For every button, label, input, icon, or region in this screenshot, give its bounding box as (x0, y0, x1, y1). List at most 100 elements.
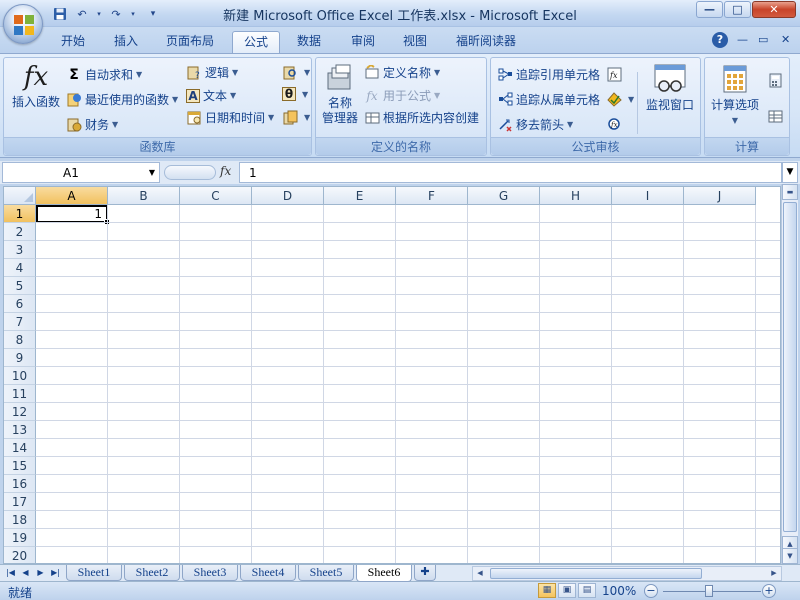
insert-sheet-icon[interactable]: ✚ (414, 565, 436, 581)
sheet-tab-sheet2[interactable]: Sheet2 (124, 565, 180, 581)
tab-page-layout[interactable]: 页面布局 (157, 31, 223, 53)
define-name-button[interactable]: 定义名称 ▼ (364, 64, 440, 81)
watch-window-button[interactable]: 监视窗口 (641, 64, 699, 113)
vertical-scrollbar[interactable]: ▬ ▲ ▼ (781, 184, 798, 564)
evaluate-formula-button[interactable]: fx (606, 116, 625, 132)
column-header-e[interactable]: E (324, 187, 396, 205)
worksheet-grid[interactable]: ABCDEFGHIJ 1 2 3 4 5 6 7 8 9 10 11 12 13 14 15 16 17 18 19… (3, 186, 781, 564)
row-header-1[interactable]: 1 (4, 205, 36, 223)
autosum-button[interactable]: Σ 自动求和 ▼ (66, 66, 142, 83)
tab-view[interactable]: 视图 (393, 31, 437, 53)
row-header-10[interactable]: 10 (4, 367, 36, 385)
row-header-18[interactable]: 18 (4, 511, 36, 529)
remove-arrows-button[interactable]: 移去箭头 ▼ (497, 116, 573, 133)
row-header-17[interactable]: 17 (4, 493, 36, 511)
row-header-19[interactable]: 19 (4, 529, 36, 547)
last-sheet-icon[interactable]: ▶| (49, 566, 62, 580)
column-header-c[interactable]: C (180, 187, 252, 205)
calculate-now-button[interactable] (767, 72, 786, 88)
row-header-4[interactable]: 4 (4, 259, 36, 277)
horizontal-scrollbar[interactable]: ◀ ▶ (472, 566, 782, 581)
math-trig-button[interactable]: θ ▼ (282, 87, 308, 101)
text-button[interactable]: A 文本 ▼ (186, 87, 236, 104)
use-in-formula-button[interactable]: fx 用于公式 ▼ (364, 87, 440, 104)
scroll-down-icon[interactable]: ▼ (782, 548, 798, 564)
zoom-out-icon[interactable]: − (644, 584, 658, 598)
datetime-button[interactable]: 日期和时间 ▼ (186, 109, 274, 126)
cell-a1[interactable]: 1 (36, 205, 108, 223)
formula-bar-handle[interactable] (164, 165, 216, 180)
tab-foxit-reader[interactable]: 福昕阅读器 (448, 31, 524, 53)
create-from-selection-button[interactable]: 根据所选内容创建 (364, 109, 479, 126)
sheet-tab-sheet4[interactable]: Sheet4 (240, 565, 296, 581)
row-header-2[interactable]: 2 (4, 223, 36, 241)
horizontal-scroll-thumb[interactable] (490, 568, 702, 579)
row-header-3[interactable]: 3 (4, 241, 36, 259)
expand-formula-bar-icon[interactable]: ▼ (782, 162, 798, 183)
select-all-button[interactable] (4, 187, 36, 205)
prev-sheet-icon[interactable]: ◀ (19, 566, 32, 580)
minimize-button[interactable]: — (696, 1, 723, 18)
row-header-12[interactable]: 12 (4, 403, 36, 421)
zoom-slider-thumb[interactable] (705, 585, 713, 597)
normal-view-icon[interactable]: ▦ (538, 583, 556, 598)
financial-button[interactable]: 财务 ▼ (66, 116, 118, 133)
row-header-20[interactable]: 20 (4, 547, 36, 563)
insert-function-button[interactable]: fx 插入函数 (8, 62, 64, 110)
trace-precedents-button[interactable]: 追踪引用单元格 (497, 66, 600, 83)
logical-button[interactable]: ? 逻辑 ▼ (186, 64, 238, 81)
column-header-a[interactable]: A (36, 187, 108, 205)
column-header-b[interactable]: B (108, 187, 180, 205)
name-box-dropdown-icon[interactable]: ▼ (149, 168, 155, 177)
page-layout-view-icon[interactable]: ▣ (558, 583, 576, 598)
zoom-in-icon[interactable]: + (762, 584, 776, 598)
row-header-9[interactable]: 9 (4, 349, 36, 367)
row-header-16[interactable]: 16 (4, 475, 36, 493)
scroll-right-icon[interactable]: ▶ (767, 567, 781, 580)
row-header-5[interactable]: 5 (4, 277, 36, 295)
column-header-h[interactable]: H (540, 187, 612, 205)
tab-home[interactable]: 开始 (52, 31, 94, 53)
sheet-tab-sheet6[interactable]: Sheet6 (356, 565, 412, 582)
close-button[interactable]: ✕ (752, 1, 796, 18)
error-checking-button[interactable]: ▼ (606, 91, 634, 107)
tab-formulas[interactable]: 公式 (232, 31, 280, 53)
more-functions-button[interactable]: ▼ (282, 109, 310, 125)
row-header-7[interactable]: 7 (4, 313, 36, 331)
tab-data[interactable]: 数据 (287, 31, 331, 53)
sheet-tab-sheet5[interactable]: Sheet5 (298, 565, 354, 581)
calc-options-button[interactable]: 计算选项 ▼ (707, 64, 763, 128)
ribbon-restore-icon[interactable]: ▭ (758, 33, 768, 46)
page-break-view-icon[interactable]: ▤ (578, 583, 596, 598)
insert-function-fx-icon[interactable]: fx (220, 164, 231, 178)
row-header-14[interactable]: 14 (4, 439, 36, 457)
row-header-11[interactable]: 11 (4, 385, 36, 403)
cell-area[interactable]: 1 (36, 205, 780, 563)
tab-insert[interactable]: 插入 (104, 31, 148, 53)
row-header-13[interactable]: 13 (4, 421, 36, 439)
trace-dependents-button[interactable]: 追踪从属单元格 (497, 91, 600, 108)
first-sheet-icon[interactable]: |◀ (4, 566, 17, 580)
sheet-tab-sheet1[interactable]: Sheet1 (66, 565, 122, 581)
row-header-15[interactable]: 15 (4, 457, 36, 475)
office-button[interactable] (3, 4, 43, 44)
ribbon-minimize-icon[interactable]: — (737, 33, 748, 46)
calculate-sheet-button[interactable] (767, 108, 786, 124)
zoom-level[interactable]: 100% (602, 584, 636, 598)
show-formulas-button[interactable]: fx (606, 66, 625, 82)
lookup-reference-button[interactable]: ▼ (282, 64, 310, 80)
vertical-scroll-thumb[interactable] (783, 202, 797, 532)
column-header-i[interactable]: I (612, 187, 684, 205)
recent-functions-button[interactable]: 最近使用的函数 ▼ (66, 91, 178, 108)
maximize-button[interactable]: □ (724, 1, 751, 18)
name-box[interactable]: A1 ▼ (2, 162, 160, 183)
column-header-f[interactable]: F (396, 187, 468, 205)
ribbon-close-icon[interactable]: ✕ (781, 33, 790, 46)
tab-review[interactable]: 审阅 (341, 31, 385, 53)
split-box-icon[interactable]: ▬ (782, 184, 798, 200)
help-icon[interactable]: ? (712, 32, 728, 48)
sheet-tab-sheet3[interactable]: Sheet3 (182, 565, 238, 581)
name-manager-button[interactable]: 名称 管理器 (318, 64, 362, 126)
next-sheet-icon[interactable]: ▶ (34, 566, 47, 580)
column-header-g[interactable]: G (468, 187, 540, 205)
